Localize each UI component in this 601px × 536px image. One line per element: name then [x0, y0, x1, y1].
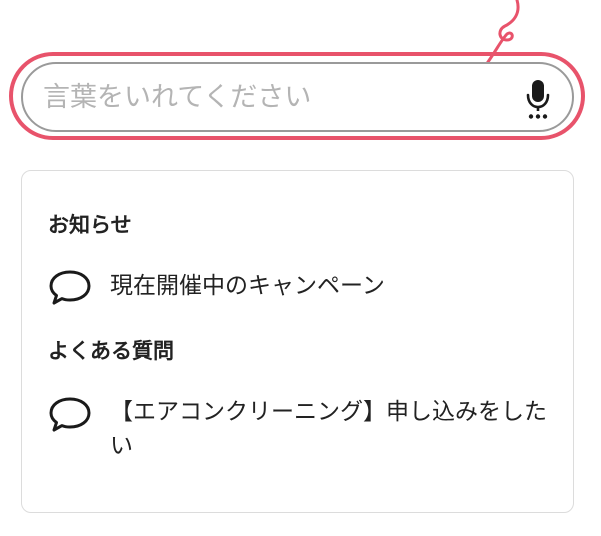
suggestion-item-campaign[interactable]: 現在開催中のキャンペーン	[48, 268, 548, 308]
section-title-faq: よくある質問	[48, 339, 174, 363]
suggestion-item-label: 【エアコンクリーニング】申し込みをしたい	[110, 399, 547, 459]
search-box	[21, 62, 574, 132]
speech-bubble-icon	[49, 397, 91, 432]
section-title-news: お知らせ	[48, 213, 132, 237]
suggestion-item-aircon-cleaning[interactable]: 【エアコンクリーニング】申し込みをしたい	[48, 395, 548, 465]
suggestions-panel: お知らせ 現在開催中のキャンペーン よくある質問 【エアコンクリーニング】申し込…	[21, 170, 574, 513]
suggestion-item-label: 現在開催中のキャンペーン	[110, 273, 385, 299]
page: お知らせ 現在開催中のキャンペーン よくある質問 【エアコンクリーニング】申し込…	[0, 0, 601, 536]
microphone-icon[interactable]	[523, 78, 553, 120]
speech-bubble-icon	[49, 270, 91, 305]
search-input[interactable]	[43, 72, 483, 122]
